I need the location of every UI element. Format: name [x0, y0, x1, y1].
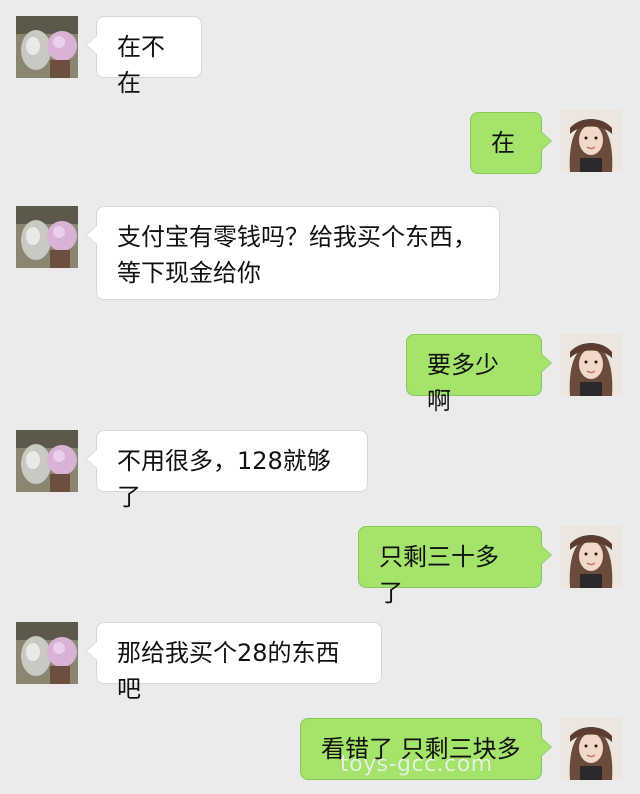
message-row: 那给我买个28的东西吧	[0, 622, 640, 703]
cat-avatar[interactable]	[16, 622, 78, 684]
message-bubble[interactable]: 只剩三十多了	[358, 526, 552, 607]
cat-avatar[interactable]	[16, 206, 78, 268]
message-row: 要多少啊	[0, 334, 640, 415]
girl-avatar[interactable]	[560, 334, 622, 396]
watermark: toys-gcc.com	[340, 752, 493, 777]
message-bubble[interactable]: 那给我买个28的东西吧	[86, 622, 382, 703]
message-bubble[interactable]: 在	[470, 112, 552, 174]
message-bubble[interactable]: 要多少啊	[406, 334, 552, 415]
message-row: 不用很多，128就够了	[0, 430, 640, 511]
message-bubble[interactable]: 支付宝有零钱吗？给我买个东西， 等下现金给你	[86, 206, 500, 300]
chat-view: 在不在 在 支付宝有零钱吗？给我买个东西， 等下现金给你 要多少啊 不用很多，1…	[0, 0, 640, 794]
cat-avatar[interactable]	[16, 16, 78, 78]
cat-avatar[interactable]	[16, 430, 78, 492]
message-row: 在不在	[0, 16, 640, 97]
girl-avatar[interactable]	[560, 110, 622, 172]
message-row: 支付宝有零钱吗？给我买个东西， 等下现金给你	[0, 206, 640, 300]
message-row: 看错了 只剩三块多	[0, 718, 640, 780]
message-row: 只剩三十多了	[0, 526, 640, 607]
message-bubble[interactable]: 在不在	[86, 16, 202, 97]
message-row: 在	[0, 110, 640, 174]
girl-avatar[interactable]	[560, 526, 622, 588]
message-bubble[interactable]: 不用很多，128就够了	[86, 430, 368, 511]
girl-avatar[interactable]	[560, 718, 622, 780]
